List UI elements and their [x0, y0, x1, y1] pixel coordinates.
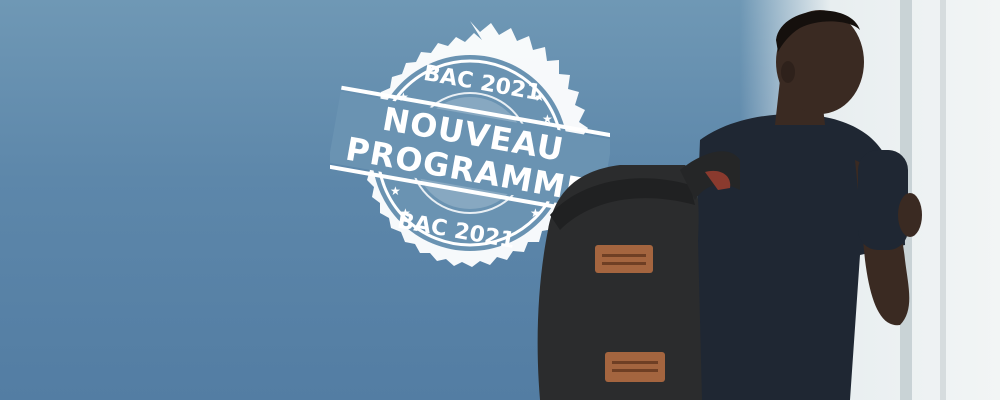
leather-buckle-top [595, 245, 653, 273]
hero-banner: ★ ★ ★ ★ ★ ★ ★ ★ NOUVEAU PROGRAMME BAC 20… [0, 0, 1000, 400]
student-photo [537, 0, 946, 400]
svg-text:★: ★ [390, 184, 401, 198]
leather-buckle-bottom [605, 352, 665, 382]
